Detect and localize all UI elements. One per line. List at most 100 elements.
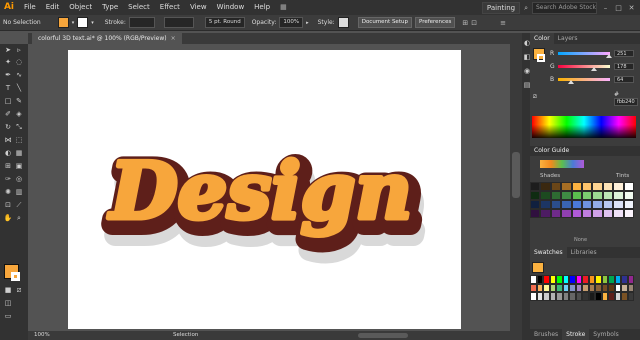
pen-tool-icon[interactable]: ✒ bbox=[3, 71, 13, 80]
magic-wand-tool-icon[interactable]: ✦ bbox=[3, 58, 13, 67]
swatch[interactable] bbox=[627, 275, 634, 284]
channel-track[interactable] bbox=[558, 65, 610, 68]
tab-brushes[interactable]: Brushes bbox=[530, 329, 562, 340]
guide-swatch[interactable] bbox=[592, 200, 603, 209]
menu-icon[interactable]: ≡ bbox=[500, 19, 506, 27]
guide-swatch[interactable] bbox=[571, 191, 582, 200]
guide-swatch[interactable] bbox=[623, 191, 634, 200]
screen-mode-icon[interactable]: ▭ bbox=[3, 312, 13, 321]
guide-swatch[interactable] bbox=[530, 191, 541, 200]
channel-value-field[interactable]: 251 bbox=[614, 50, 634, 57]
rotate-tool-icon[interactable]: ↻ bbox=[3, 123, 13, 132]
guide-swatch[interactable] bbox=[540, 182, 551, 191]
guide-swatch[interactable] bbox=[550, 200, 562, 209]
curvature-tool-icon[interactable]: ∿ bbox=[14, 71, 24, 80]
horizontal-scroll-thumb[interactable] bbox=[358, 333, 408, 338]
guide-swatch[interactable] bbox=[550, 191, 562, 200]
tab-layers[interactable]: Layers bbox=[554, 33, 582, 44]
artboard[interactable]: Design Design Design bbox=[68, 50, 461, 329]
slider-r[interactable]: R 251 bbox=[550, 50, 636, 58]
workspace-switcher-icon[interactable]: ▦ bbox=[275, 0, 292, 15]
tab-color[interactable]: Color bbox=[530, 33, 554, 44]
slider-knob[interactable] bbox=[591, 67, 598, 71]
color-stroke-swatch[interactable] bbox=[537, 54, 545, 62]
guide-swatch[interactable] bbox=[613, 182, 624, 191]
guide-swatch[interactable] bbox=[613, 209, 624, 218]
color-spectrum[interactable] bbox=[532, 116, 636, 138]
slice-tool-icon[interactable]: ⟋ bbox=[14, 201, 24, 210]
canvas-area[interactable]: Design Design Design bbox=[28, 44, 510, 332]
channel-track[interactable] bbox=[558, 78, 610, 81]
guide-swatch[interactable] bbox=[602, 191, 614, 200]
graphic-style-swatch[interactable] bbox=[337, 17, 349, 28]
chevron-down-icon[interactable]: ▾ bbox=[91, 20, 94, 26]
harmony-swatches[interactable] bbox=[540, 160, 584, 168]
guide-swatch[interactable] bbox=[592, 182, 603, 191]
rectangle-tool-icon[interactable]: □ bbox=[3, 97, 13, 106]
blend-tool-icon[interactable]: ◎ bbox=[14, 175, 24, 184]
none-swatch-icon[interactable]: ⧄ bbox=[533, 93, 537, 101]
swatch[interactable] bbox=[627, 283, 634, 293]
eraser-tool-icon[interactable]: ◈ bbox=[14, 110, 24, 119]
guide-swatch[interactable] bbox=[602, 200, 614, 209]
shape-builder-tool-icon[interactable]: ◐ bbox=[3, 149, 13, 158]
draw-mode-icon[interactable]: ◫ bbox=[3, 299, 13, 308]
guide-swatch[interactable] bbox=[550, 182, 562, 191]
guide-swatch[interactable] bbox=[561, 209, 572, 218]
chevron-down-icon[interactable]: ▾ bbox=[72, 20, 75, 26]
guide-swatch[interactable] bbox=[530, 209, 541, 218]
menu-view[interactable]: View bbox=[185, 0, 212, 15]
color-guide-grid[interactable] bbox=[530, 182, 634, 218]
hand-tool-icon[interactable]: ✋ bbox=[3, 214, 13, 223]
artboard-tool-icon[interactable]: ⊡ bbox=[3, 201, 13, 210]
preferences-button[interactable]: Preferences bbox=[414, 17, 456, 28]
menu-window[interactable]: Window bbox=[212, 0, 250, 15]
tab-swatches[interactable]: Swatches bbox=[530, 247, 567, 258]
fill-swatch[interactable] bbox=[57, 17, 69, 28]
channel-value-field[interactable]: 64 bbox=[614, 76, 634, 83]
maximize-icon[interactable]: □ bbox=[614, 4, 623, 13]
menu-file[interactable]: File bbox=[19, 0, 41, 15]
guide-swatch[interactable] bbox=[602, 182, 614, 191]
tab-stroke[interactable]: Stroke bbox=[562, 329, 590, 340]
swatch[interactable] bbox=[627, 292, 634, 301]
slider-g[interactable]: G 178 bbox=[550, 63, 636, 71]
paintbrush-tool-icon[interactable]: ✎ bbox=[14, 97, 24, 106]
guide-swatch[interactable] bbox=[530, 182, 541, 191]
guide-swatch[interactable] bbox=[592, 209, 603, 218]
scroll-thumb[interactable] bbox=[512, 152, 520, 198]
guide-swatch[interactable] bbox=[540, 209, 551, 218]
tab-libraries[interactable]: Libraries bbox=[567, 247, 601, 258]
zoom-tool-icon[interactable]: ⌕ bbox=[14, 214, 24, 223]
brush-definition-select[interactable]: 5 pt. Round bbox=[204, 17, 245, 28]
none-mode-icon[interactable]: ⧄ bbox=[14, 286, 24, 295]
guide-swatch[interactable] bbox=[602, 209, 614, 218]
minimize-icon[interactable]: – bbox=[601, 4, 610, 13]
guide-swatch[interactable] bbox=[623, 200, 634, 209]
guide-swatch[interactable] bbox=[581, 191, 593, 200]
stroke-weight-field[interactable] bbox=[128, 17, 155, 28]
color-mode-icon[interactable]: ■ bbox=[3, 286, 13, 295]
guide-swatch[interactable] bbox=[623, 209, 634, 218]
direct-selection-tool-icon[interactable]: ▹ bbox=[14, 46, 24, 55]
tab-symbols[interactable]: Symbols bbox=[589, 329, 622, 340]
document-setup-button[interactable]: Document Setup bbox=[357, 17, 412, 28]
guide-swatch[interactable] bbox=[623, 182, 634, 191]
line-tool-icon[interactable]: ╲ bbox=[14, 84, 24, 93]
active-swatch[interactable] bbox=[532, 262, 544, 273]
stock-search-input[interactable]: Search Adobe Stock bbox=[532, 2, 597, 14]
guide-swatch[interactable] bbox=[540, 200, 551, 209]
guide-swatch[interactable] bbox=[571, 209, 582, 218]
scale-tool-icon[interactable]: ⤡ bbox=[14, 123, 24, 132]
channel-value-field[interactable]: 178 bbox=[614, 63, 634, 70]
guide-swatch[interactable] bbox=[561, 191, 572, 200]
slider-b[interactable]: B 64 bbox=[550, 76, 636, 84]
variable-width-field[interactable] bbox=[163, 17, 194, 28]
gradient-tool-icon[interactable]: ▣ bbox=[14, 162, 24, 171]
eyedropper-tool-icon[interactable]: ✑ bbox=[3, 175, 13, 184]
slider-knob[interactable] bbox=[605, 54, 612, 58]
close-tab-icon[interactable]: × bbox=[171, 35, 176, 42]
guide-swatch[interactable] bbox=[613, 200, 624, 209]
menu-type[interactable]: Type bbox=[97, 0, 123, 15]
hex-field[interactable]: fbb240 bbox=[614, 98, 638, 106]
